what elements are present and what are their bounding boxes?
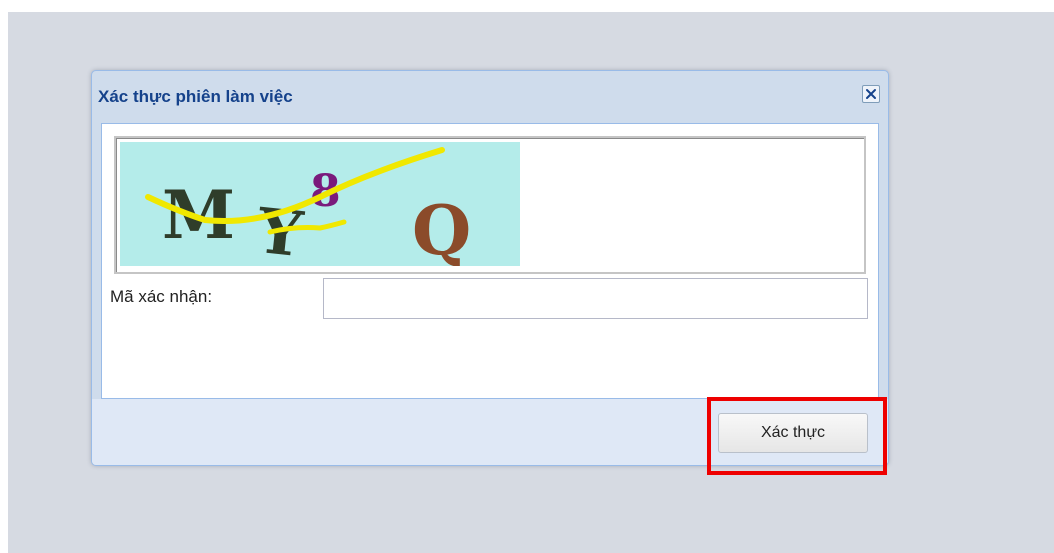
captcha-code-input[interactable]	[323, 278, 868, 319]
close-button[interactable]	[862, 85, 880, 103]
captcha-code-label: Mã xác nhận:	[110, 287, 213, 306]
captcha-image: M Y 8 Q	[120, 142, 520, 266]
session-verify-dialog: Xác thực phiên làm việc M Y 8 Q Mã xác n…	[91, 70, 889, 466]
dialog-body: M Y 8 Q Mã xác nhận:	[101, 123, 879, 399]
dialog-titlebar: Xác thực phiên làm việc	[92, 71, 888, 123]
captcha-char-4: Q	[412, 191, 471, 266]
close-icon	[866, 89, 876, 99]
verify-button[interactable]: Xác thực	[718, 413, 868, 453]
captcha-frame: M Y 8 Q	[114, 136, 866, 274]
dialog-title: Xác thực phiên làm việc	[98, 87, 293, 106]
